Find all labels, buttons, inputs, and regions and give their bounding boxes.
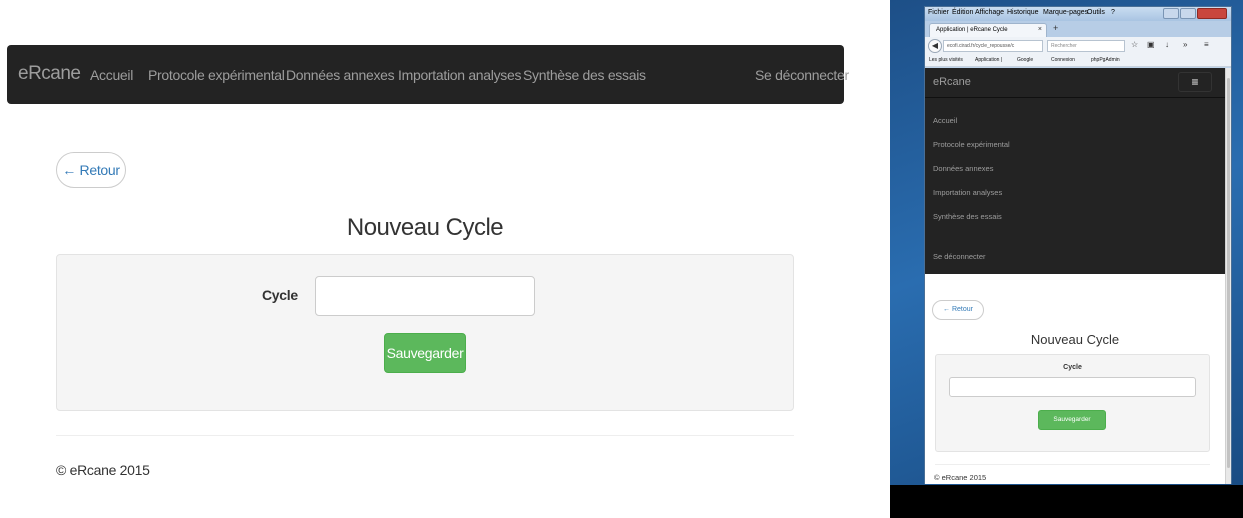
cycle-label: Cycle xyxy=(262,287,298,303)
menu-bar: Fichier Édition Affichage Historique Mar… xyxy=(925,7,1231,21)
mobile-page-title: Nouveau Cycle xyxy=(1030,332,1120,347)
mobile-logout-link[interactable]: Se déconnecter xyxy=(933,252,986,261)
mobile-save-button[interactable]: Sauvegarder xyxy=(1038,410,1106,430)
page-viewport: eRcane ≡ Accueil Protocole expérimental … xyxy=(925,68,1225,484)
mobile-cycle-label: Cycle xyxy=(1063,364,1082,371)
page-title: Nouveau Cycle xyxy=(346,214,504,241)
menu-affichage[interactable]: Affichage xyxy=(975,9,1004,16)
hamburger-icon[interactable]: ≡ xyxy=(1204,40,1209,49)
bookmark-connexion[interactable]: Connexion xyxy=(1051,57,1075,63)
nav-item-synthese[interactable]: Synthèse des essais xyxy=(523,67,646,83)
maximize-icon[interactable] xyxy=(1180,8,1196,19)
windows-desktop-background: Fichier Édition Affichage Historique Mar… xyxy=(890,0,1243,518)
footer-text: © eRcane 2015 xyxy=(56,462,150,478)
nav-item-accueil[interactable]: Accueil xyxy=(90,67,133,83)
overflow-icon[interactable]: » xyxy=(1183,40,1187,49)
mobile-navbar-brand[interactable]: eRcane xyxy=(933,76,971,88)
browser-tab[interactable]: Application | eRcane Cycle × xyxy=(929,23,1047,37)
tab-close-icon[interactable]: × xyxy=(1038,24,1042,36)
menu-fichier[interactable]: Fichier xyxy=(928,9,949,16)
nav-item-importation[interactable]: Importation analyses xyxy=(398,67,521,83)
menu-edition[interactable]: Édition xyxy=(952,9,973,16)
browser-window: Fichier Édition Affichage Historique Mar… xyxy=(924,6,1232,484)
taskbar-area xyxy=(890,485,1243,518)
navbar-toggle-icon[interactable]: ≡ xyxy=(1178,72,1212,92)
save-button[interactable]: Sauvegarder xyxy=(384,333,466,373)
bookmark-application[interactable]: Application | xyxy=(975,57,1002,63)
back-button[interactable]: ← Retour xyxy=(56,152,126,188)
back-arrow-icon[interactable]: ◀ xyxy=(928,39,942,53)
nav-item-protocole[interactable]: Protocole expérimental xyxy=(148,67,285,83)
menu-marque-pages[interactable]: Marque-pages xyxy=(1043,9,1088,16)
close-window-icon[interactable] xyxy=(1197,8,1227,19)
bookmark-most-visited[interactable]: Les plus visités xyxy=(929,57,963,63)
navbar: eRcane Accueil Protocole expérimental Do… xyxy=(7,45,849,104)
mobile-footer-divider xyxy=(935,464,1210,465)
mobile-nav-item-accueil[interactable]: Accueil xyxy=(933,116,957,125)
star-icon[interactable]: ☆ xyxy=(1131,40,1138,49)
mobile-nav-item-synthese[interactable]: Synthèse des essais xyxy=(933,212,1002,221)
navigation-toolbar: ◀ ecofi.cirad.fr/cycle_repousse/c Recher… xyxy=(925,37,1231,55)
navbar-divider xyxy=(925,97,1225,98)
menu-help[interactable]: ? xyxy=(1111,9,1115,16)
cycle-input[interactable] xyxy=(315,276,535,316)
bookmarks-bar: Les plus visités Application | Google Co… xyxy=(925,55,1231,67)
nav-item-donnees-annexes[interactable]: Données annexes xyxy=(286,67,395,83)
url-bar[interactable]: ecofi.cirad.fr/cycle_repousse/c xyxy=(943,40,1043,52)
download-icon[interactable]: ↓ xyxy=(1165,40,1169,49)
menu-historique[interactable]: Historique xyxy=(1007,9,1039,16)
menu-outils[interactable]: Outils xyxy=(1087,9,1105,16)
navbar-brand[interactable]: eRcane xyxy=(18,63,81,85)
mobile-back-button[interactable]: ← Retour xyxy=(932,300,984,320)
search-box[interactable]: Rechercher xyxy=(1047,40,1125,52)
logout-link[interactable]: Se déconnecter xyxy=(755,67,849,83)
mobile-nav-item-donnees-annexes[interactable]: Données annexes xyxy=(933,164,993,173)
bookmark-phppgadmin[interactable]: phpPgAdmin xyxy=(1091,57,1120,63)
bookmark-google[interactable]: Google xyxy=(1017,57,1033,63)
mobile-cycle-input[interactable] xyxy=(949,377,1196,397)
vertical-scrollbar[interactable] xyxy=(1225,68,1231,484)
tab-bar: Application | eRcane Cycle × + xyxy=(925,21,1231,37)
minimize-icon[interactable] xyxy=(1163,8,1179,19)
scrollbar-thumb[interactable] xyxy=(1227,78,1230,468)
footer-divider xyxy=(56,435,794,436)
tab-title: Application | eRcane Cycle xyxy=(936,27,1008,33)
mobile-navbar: eRcane ≡ Accueil Protocole expérimental … xyxy=(925,68,1225,274)
mobile-footer-text: © eRcane 2015 xyxy=(934,473,987,482)
mobile-nav-item-importation[interactable]: Importation analyses xyxy=(933,188,1002,197)
new-tab-icon[interactable]: + xyxy=(1053,23,1058,33)
mobile-nav-item-protocole[interactable]: Protocole expérimental xyxy=(933,140,1010,149)
library-icon[interactable]: ▣ xyxy=(1147,40,1155,49)
